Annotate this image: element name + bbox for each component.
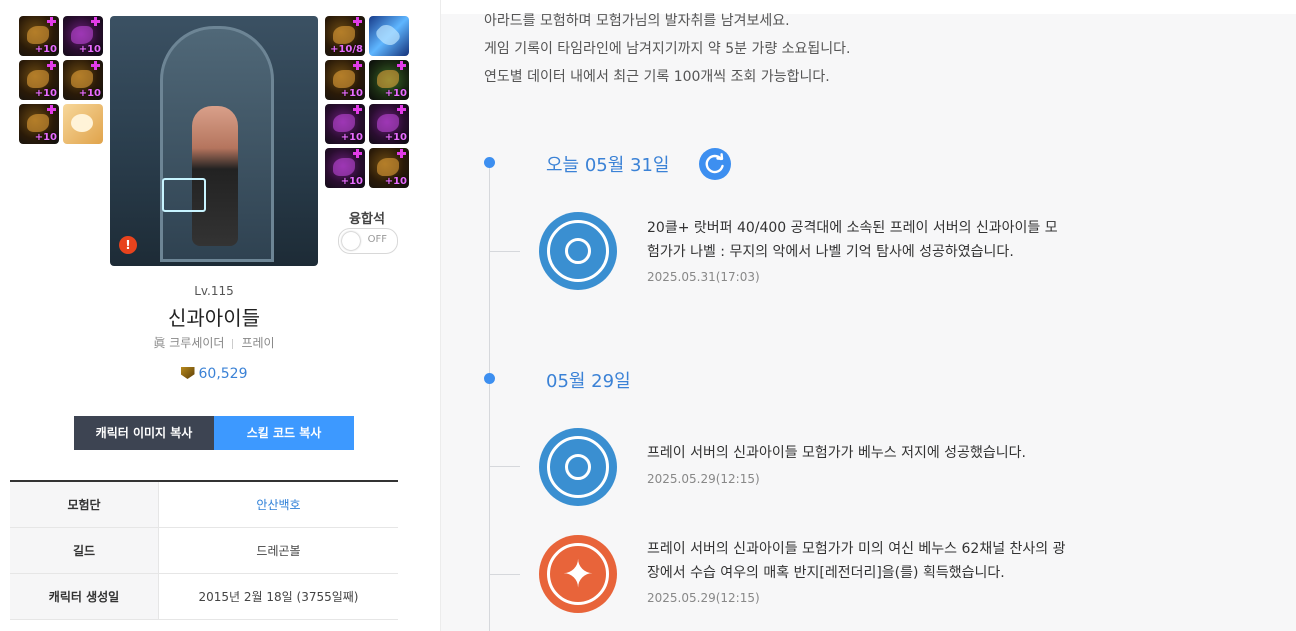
fusion-stone-label: 융합석 [349, 212, 385, 227]
timeline-line [489, 165, 490, 631]
character-panel: +10 +10 +10 +10 +10 ! +10/8 +10 +10 +10 … [0, 0, 441, 631]
timeline-intro-line: 연도별 데이터 내에서 최근 기록 100개씩 조회 가능합니다. [484, 69, 830, 85]
equipment-slot[interactable]: +10 [19, 104, 59, 144]
timeline-dot [484, 373, 495, 384]
equipment-slot[interactable]: +10 [63, 60, 103, 100]
info-value-created: 2015년 2월 18일 (3755일째) [158, 573, 398, 620]
legendary-star-icon: ✦ [539, 535, 617, 613]
fusion-stone-toggle[interactable]: OFF [338, 228, 398, 254]
character-name: 신과아이들 [168, 306, 260, 330]
character-subinfo: 眞 크루세이더 프레이 [0, 334, 428, 351]
equipment-slot[interactable]: +10/8 [325, 16, 365, 56]
timeline-event-time: 2025.05.29(12:15) [647, 591, 760, 605]
weapon-hammer [162, 178, 206, 212]
equipment-slot[interactable]: +10 [369, 60, 409, 100]
equipment-slot[interactable]: +10 [325, 148, 365, 188]
pet-slot[interactable] [63, 104, 103, 144]
equipment-slot[interactable] [369, 16, 409, 56]
character-avatar [192, 106, 238, 246]
refresh-icon[interactable] [699, 148, 731, 180]
power-medal-icon [180, 367, 195, 379]
table-row: 길드 드레곤볼 [10, 527, 398, 574]
raid-emblem-icon [539, 212, 617, 290]
adventure-group-link[interactable]: 안산백호 [158, 481, 398, 528]
timeline-panel: 아라드를 모험하며 모험가님의 발자취를 남겨보세요. 게임 기록이 타임라인에… [441, 0, 1296, 631]
character-portrait [110, 16, 318, 266]
equipment-slot[interactable]: +10 [369, 104, 409, 144]
copy-character-image-button[interactable]: 캐릭터 이미지 복사 [74, 416, 214, 450]
character-level: Lv.115 [194, 284, 234, 298]
equipment-slot[interactable]: +10 [325, 60, 365, 100]
timeline-intro-line: 아라드를 모험하며 모험가님의 발자취를 남겨보세요. [484, 13, 790, 29]
equipment-slot[interactable]: +10 [19, 16, 59, 56]
equipment-slot[interactable]: +10 [369, 148, 409, 188]
equipment-slot[interactable]: +10 [63, 16, 103, 56]
timeline-event-text: 프레이 서버의 신과아이들 모험가가 베누스 저지에 성공했습니다. [647, 445, 1026, 461]
table-row: 캐릭터 생성일 2015년 2월 18일 (3755일째) [10, 573, 398, 620]
character-info-table: 모험단 안산백호 길드 드레곤볼 캐릭터 생성일 2015년 2월 18일 (3… [10, 480, 398, 620]
timeline-event-text: 프레이 서버의 신과아이들 모험가가 미의 여신 베누스 62채널 찬사의 광장… [647, 541, 1066, 581]
timeline-event-time: 2025.05.29(12:15) [647, 472, 760, 486]
character-power: 60,529 [0, 366, 428, 382]
timeline-event-time: 2025.05.31(17:03) [647, 270, 760, 284]
equipment-slot[interactable]: +10 [19, 60, 59, 100]
info-key-created: 캐릭터 생성일 [10, 573, 159, 620]
timeline-date: 05월 29일 [546, 371, 631, 392]
venus-emblem-icon [539, 428, 617, 506]
equipment-slot[interactable]: +10 [325, 104, 365, 144]
power-value: 60,529 [198, 366, 248, 382]
info-key-guild: 길드 [10, 527, 159, 574]
character-job: 眞 크루세이더 [153, 336, 225, 350]
timeline-dot [484, 157, 495, 168]
character-server: 프레이 [241, 336, 275, 350]
timeline-event-text: 20클+ 랏버퍼 40/400 공격대에 소속된 프레이 서버의 신과아이들 모… [647, 220, 1058, 260]
info-key-adventure-group: 모험단 [10, 481, 159, 528]
info-value-guild: 드레곤볼 [158, 527, 398, 574]
copy-skill-code-button[interactable]: 스킬 코드 복사 [214, 416, 354, 450]
table-row: 모험단 안산백호 [10, 481, 398, 528]
warning-icon[interactable]: ! [119, 236, 137, 254]
timeline-intro-line: 게임 기록이 타임라인에 남겨지기까지 약 5분 가량 소요됩니다. [484, 41, 851, 57]
timeline-date: 오늘 05월 31일 [546, 155, 670, 176]
